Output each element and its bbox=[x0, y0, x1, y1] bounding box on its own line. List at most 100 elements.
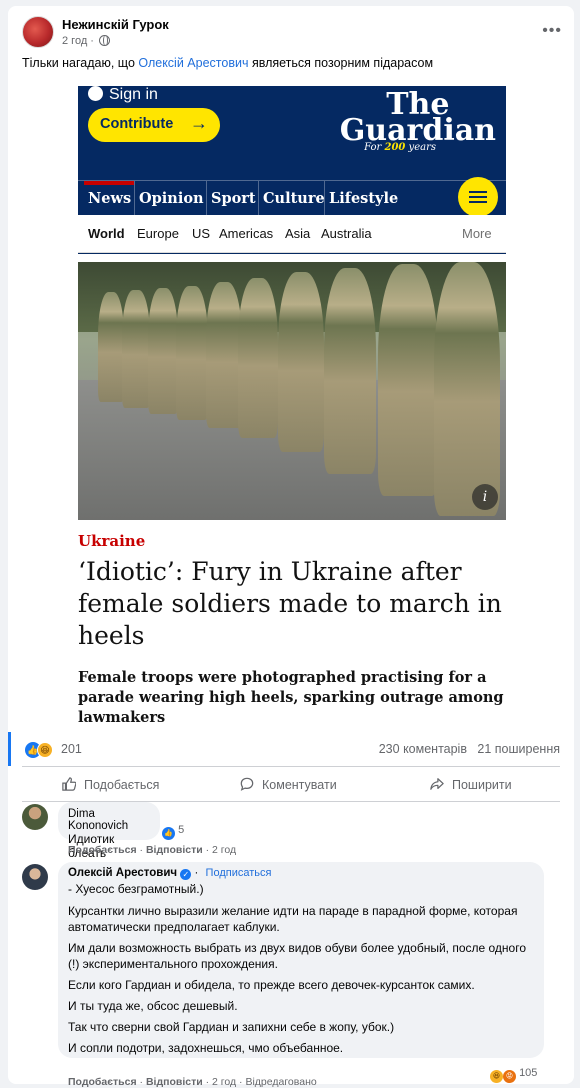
post-text-after: являеться позорним підарасом bbox=[248, 56, 434, 70]
article-standfirst: Female troops were photographed practisi… bbox=[78, 669, 504, 726]
post-time-text[interactable]: 2 год bbox=[62, 35, 87, 47]
like-button[interactable]: Подобається bbox=[62, 777, 159, 792]
stats-right: 230 коментарів 21 поширення bbox=[379, 742, 560, 756]
guardian-pillar-opinion: Opinion bbox=[134, 181, 206, 217]
comment-reactions[interactable]: 😆 😡 105 bbox=[490, 1067, 537, 1083]
comment-paragraph: Если кого Гардиан и обидела, то прежде в… bbox=[68, 978, 475, 992]
comment-reaction-count: 105 bbox=[519, 1067, 538, 1079]
guardian-pillar-news: News bbox=[84, 181, 134, 217]
guardian-sign-in-link: Sign in bbox=[88, 86, 158, 104]
photo-soldier bbox=[148, 288, 178, 414]
guardian-subnav-us: US bbox=[192, 226, 211, 241]
article-kicker: Ukraine bbox=[78, 532, 146, 550]
like-reaction-icon: 👍 bbox=[162, 827, 175, 840]
guardian-subnav-more: More bbox=[462, 226, 492, 241]
photo-soldier bbox=[176, 286, 208, 420]
guardian-subnav-americas: Americas bbox=[219, 226, 274, 241]
comment-bubble: Dima Kononovich Идиотик блеать bbox=[58, 802, 160, 860]
hamburger-menu-icon bbox=[458, 177, 498, 217]
comment-meta: Подобається · Відповісти · 2 год bbox=[68, 844, 237, 856]
photo-soldier bbox=[378, 264, 438, 496]
guardian-tagline: For 200 years bbox=[364, 142, 436, 153]
share-button[interactable]: Поширити bbox=[430, 777, 512, 792]
comment-time[interactable]: 2 год bbox=[212, 844, 236, 856]
haha-reaction-icon[interactable]: 😆 bbox=[37, 742, 53, 758]
comment-paragraph: И ты туда же, обсос дешевый. bbox=[68, 999, 238, 1013]
comment-author[interactable]: Олексій Арестович bbox=[68, 867, 177, 879]
comment-like-link[interactable]: Подобається bbox=[68, 1076, 137, 1088]
comment-button-label: Коментувати bbox=[262, 778, 337, 792]
guardian-pillar-nav: News Opinion Sport Culture Lifestyle bbox=[78, 177, 506, 217]
comment-author-row: Олексій Арестович ✓ · Подписаться bbox=[68, 867, 272, 880]
post-mention-link[interactable]: Олексій Арестович bbox=[138, 56, 248, 70]
post-header: Нежинскій Гурок 2 год · ••• bbox=[22, 16, 562, 56]
photo-soldier bbox=[434, 262, 500, 516]
guardian-pillar-sport: Sport bbox=[206, 181, 258, 217]
comments-count-link[interactable]: 230 коментарів bbox=[379, 742, 467, 756]
post-author-name[interactable]: Нежинскій Гурок bbox=[62, 17, 169, 32]
comment-paragraph: Курсантки лично выразили желание идти на… bbox=[68, 904, 518, 934]
comment-author[interactable]: Dima Kononovich bbox=[68, 808, 150, 832]
comment-time[interactable]: 2 год bbox=[212, 1076, 236, 1088]
info-icon: i bbox=[472, 484, 498, 510]
comment-reply-link[interactable]: Відповісти bbox=[146, 1076, 203, 1088]
photo-soldier bbox=[122, 290, 150, 408]
haha-reaction-icon: 😆 bbox=[490, 1070, 503, 1083]
comment-like-link[interactable]: Подобається bbox=[68, 844, 137, 856]
facebook-post-card: Нежинскій Гурок 2 год · ••• Тільки нагад… bbox=[8, 6, 574, 1088]
guardian-subnav-australia: Australia bbox=[321, 226, 372, 241]
avatar[interactable] bbox=[22, 804, 48, 830]
globe-icon bbox=[99, 35, 111, 46]
guardian-sign-in-label: Sign in bbox=[109, 86, 158, 103]
comment-meta: Подобається · Відповісти · 2 год · Відре… bbox=[68, 1076, 317, 1088]
comment-paragraph: - Хуесос безграмотный.) bbox=[68, 882, 204, 896]
post-stats-bar: 👍 😆 201 230 коментарів 21 поширення bbox=[8, 732, 574, 766]
comment-item: Олексій Арестович ✓ · Подписаться - Хуес… bbox=[22, 862, 562, 1088]
comment-reactions[interactable]: 👍 5 bbox=[162, 824, 184, 840]
comment-reply-link[interactable]: Відповісти bbox=[146, 844, 203, 856]
verified-badge-icon: ✓ bbox=[180, 869, 192, 880]
guardian-subnav-world: World bbox=[88, 226, 125, 241]
user-icon bbox=[88, 86, 103, 101]
guardian-pillar-culture: Culture bbox=[258, 181, 325, 217]
share-button-label: Поширити bbox=[452, 778, 512, 792]
photo-soldier bbox=[324, 268, 376, 474]
comment-paragraph: Так что сверни свой Гардиан и запихни се… bbox=[68, 1020, 395, 1034]
follow-link[interactable]: Подписаться bbox=[206, 867, 272, 879]
author-avatar[interactable] bbox=[22, 16, 54, 48]
guardian-subnav-asia: Asia bbox=[285, 226, 311, 241]
more-options-icon[interactable]: ••• bbox=[542, 22, 562, 40]
guardian-pillar-lifestyle: Lifestyle bbox=[324, 181, 400, 217]
photo-soldier bbox=[238, 278, 278, 438]
photo-soldier bbox=[278, 272, 324, 452]
avatar[interactable] bbox=[22, 864, 48, 890]
guardian-logo: The Guardian bbox=[339, 90, 496, 148]
post-timestamp[interactable]: 2 год · bbox=[62, 35, 111, 47]
tagline-suffix: years bbox=[405, 142, 436, 153]
comment-paragraph: И сопли подотри, задохнешься, чмо объеба… bbox=[68, 1041, 344, 1055]
guardian-contribute-label: Contribute bbox=[100, 116, 174, 132]
post-actions-bar: Подобається Коментувати Поширити bbox=[22, 766, 560, 802]
post-text: Тільки нагадаю, що Олексій Арестович явл… bbox=[22, 56, 433, 70]
photo-soldier bbox=[98, 292, 124, 402]
shared-screenshot-image[interactable]: Sign in Contribute → The Guardian For 20… bbox=[8, 80, 574, 732]
comment-button[interactable]: Коментувати bbox=[240, 777, 337, 792]
comment-bubble: Олексій Арестович ✓ · Подписаться - Хуес… bbox=[58, 862, 544, 1058]
comment-reaction-count: 5 bbox=[178, 824, 185, 836]
like-button-label: Подобається bbox=[84, 778, 160, 792]
comment-item: Dima Kononovich Идиотик блеать 👍 5 Подоб… bbox=[22, 802, 562, 860]
reaction-count[interactable]: 201 bbox=[61, 742, 82, 756]
comment-edited-label: Відредаговано bbox=[245, 1076, 317, 1088]
photo-soldier bbox=[206, 282, 242, 428]
guardian-subnav: World Europe US Americas Asia Australia … bbox=[78, 215, 506, 253]
guardian-logo-line2: Guardian bbox=[339, 113, 496, 148]
arrow-right-icon: → bbox=[190, 113, 208, 133]
article-photo-marching-soldiers: i bbox=[78, 262, 506, 520]
guardian-subnav-europe: Europe bbox=[137, 226, 179, 241]
post-text-before: Тільки нагадаю, що bbox=[22, 56, 139, 70]
comment-bubble-icon bbox=[240, 777, 254, 791]
share-arrow-icon bbox=[430, 778, 444, 790]
shares-count-link[interactable]: 21 поширення bbox=[477, 742, 560, 756]
tagline-prefix: For bbox=[364, 142, 385, 153]
angry-reaction-icon: 😡 bbox=[503, 1070, 516, 1083]
